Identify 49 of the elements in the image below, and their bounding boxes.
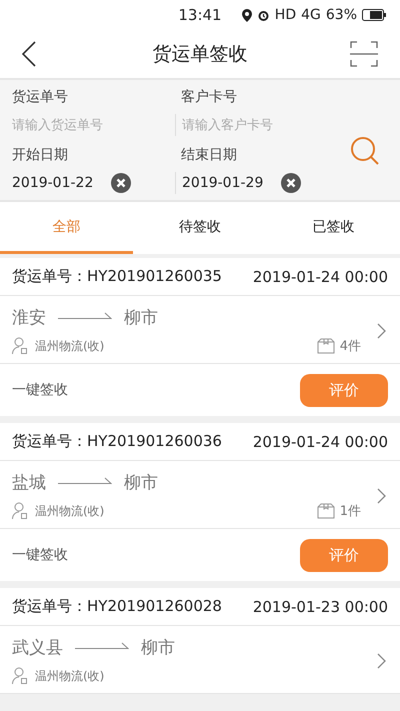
item-count: 4件	[340, 338, 361, 355]
network-label: HD	[274, 7, 296, 23]
signal-label: 4G	[301, 7, 321, 23]
destination-city: 柳市	[124, 472, 158, 494]
item-count: 1件	[340, 503, 361, 520]
package-icon	[316, 503, 335, 519]
order-card[interactable]: 货运单号：HY201901260035 2019-01-24 00:00 淮安 柳市 温州物流(收) 4件 一键签收 评价	[0, 258, 400, 416]
destination-city: 柳市	[141, 637, 175, 659]
person-icon	[12, 667, 30, 685]
clear-icon[interactable]	[281, 173, 302, 193]
order-number: 货运单号：HY201901260036	[12, 432, 222, 451]
chevron-right-icon[interactable]	[377, 322, 386, 338]
order-time: 2019-01-24 00:00	[252, 268, 388, 286]
back-icon[interactable]	[22, 41, 36, 67]
page-title: 货运单签收	[152, 42, 248, 67]
quick-sign-link[interactable]: 一键签收	[12, 546, 68, 564]
order-time: 2019-01-24 00:00	[252, 432, 388, 450]
person-icon	[12, 337, 30, 355]
company-name: 温州物流(收)	[35, 502, 104, 520]
scan-icon[interactable]	[350, 41, 378, 67]
order-number: 货运单号：HY201901260028	[12, 597, 222, 616]
destination-city: 柳市	[124, 307, 158, 329]
date-field[interactable]: 2019-01-29	[182, 175, 264, 191]
location-icon	[242, 8, 252, 22]
order-card[interactable]: 货运单号：HY201901260028 2019-01-23 00:00 武义县 柳市 温州物流(收)	[0, 588, 400, 694]
field-label: 货运单号	[12, 88, 69, 106]
chevron-right-icon[interactable]	[377, 652, 386, 668]
search-icon[interactable]	[350, 136, 380, 166]
field-label: 结束日期	[181, 146, 238, 164]
origin-city: 武义县	[12, 637, 63, 659]
origin-city: 淮安	[12, 307, 46, 329]
status-time: 13:41	[177, 6, 223, 24]
order-number: 货运单号：HY201901260035	[12, 267, 222, 286]
company-name: 温州物流(收)	[35, 338, 104, 354]
date-field[interactable]: 2019-01-22	[12, 175, 94, 191]
company-name: 温州物流(收)	[35, 668, 104, 684]
field-label: 客户卡号	[181, 88, 238, 106]
clear-icon[interactable]	[111, 173, 132, 193]
person-icon	[12, 502, 30, 520]
order-time: 2019-01-23 00:00	[252, 598, 388, 616]
order-card[interactable]: 货运单号：HY201901260036 2019-01-24 00:00 盐城 柳市 温州物流(收) 1件 一键签收 评价	[0, 423, 400, 581]
field-label: 开始日期	[12, 146, 69, 164]
package-icon	[316, 338, 335, 354]
battery-percent: 63%	[326, 7, 357, 23]
chevron-right-icon[interactable]	[377, 488, 386, 504]
battery-icon	[362, 9, 386, 21]
quick-sign-link[interactable]: 一键签收	[12, 381, 68, 399]
alarm-icon	[256, 8, 270, 22]
origin-city: 盐城	[12, 472, 46, 494]
